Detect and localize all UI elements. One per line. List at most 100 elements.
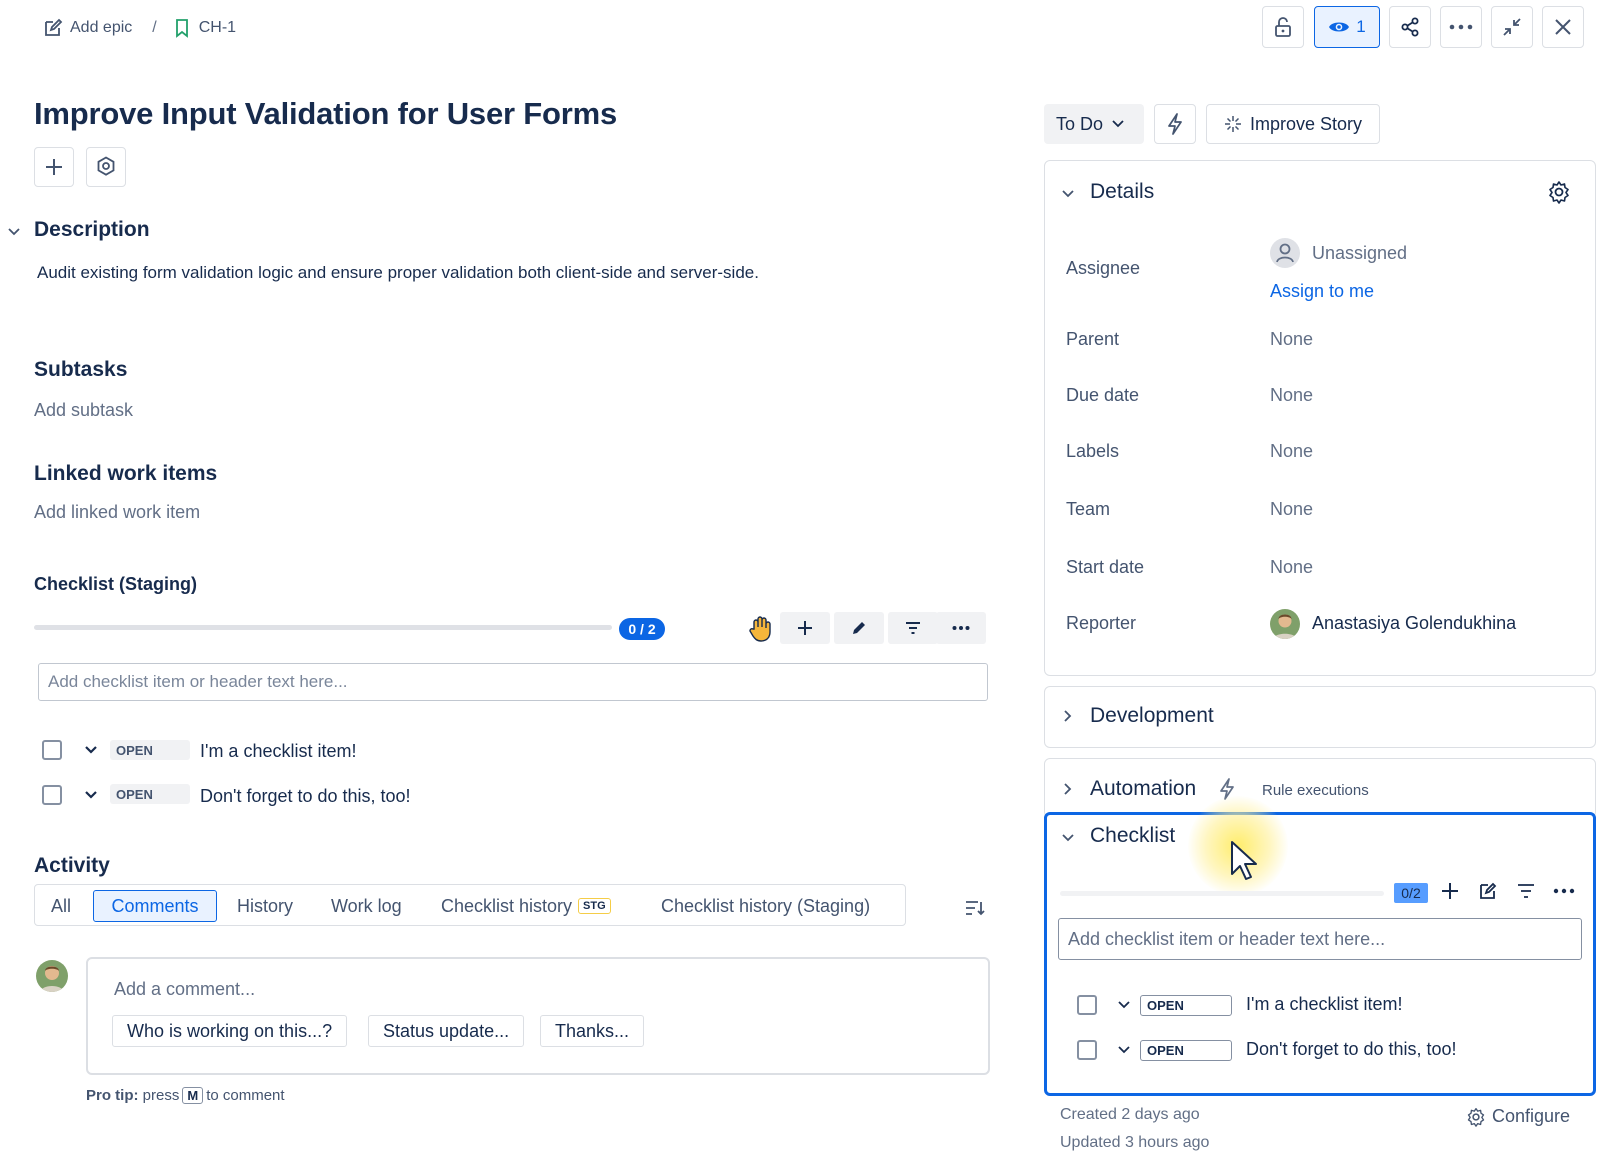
chevron-right-icon[interactable] [1060,708,1076,724]
share-button[interactable] [1389,6,1431,48]
add-subtask-link[interactable]: Add subtask [34,400,133,421]
checklist-more-button[interactable] [936,612,986,644]
gear-icon[interactable] [1547,180,1571,204]
lightning-icon [1166,113,1184,135]
tab-checklist-history[interactable]: Checklist history STG [431,890,621,922]
mouse-cursor-icon [1230,840,1258,882]
checklist-edit-button[interactable] [834,612,884,644]
minimize-button[interactable] [1491,6,1533,48]
hand-icon[interactable] [748,615,774,643]
checklist-progress-pill: 0 / 2 [619,618,665,640]
status-badge[interactable]: OPEN [110,784,190,804]
unlock-icon [1273,16,1293,38]
more-icon [1553,888,1575,894]
due-date-label: Due date [1066,385,1140,405]
comment-box[interactable]: Add a comment... Who is working on this.… [86,957,990,1075]
comment-placeholder[interactable]: Add a comment... [114,979,255,1000]
chevron-down-icon[interactable] [1117,1044,1131,1056]
issue-key-link[interactable]: CH-1 [199,19,236,37]
eye-icon [1328,19,1350,35]
add-linked-item-link[interactable]: Add linked work item [34,502,200,523]
status-badge[interactable]: OPEN [110,740,190,760]
story-bookmark-icon [171,17,193,39]
watch-count: 1 [1356,17,1366,36]
apps-icon [96,156,116,178]
labels-value[interactable]: None [1270,441,1313,462]
assignee-value[interactable]: Unassigned [1312,243,1407,264]
tab-checklist-history-staging[interactable]: Checklist history (Staging) [651,890,880,922]
checklist-filter-button[interactable] [888,612,938,644]
checklist-add-input[interactable]: Add checklist item or header text here..… [1058,918,1582,960]
checklist-item-checkbox[interactable] [1077,995,1097,1015]
checklist-collapse-icon[interactable] [1060,830,1076,846]
pro-tip-rest: to comment [206,1087,285,1104]
reporter-value[interactable]: Anastasiya Golendukhina [1312,613,1516,634]
team-value[interactable]: None [1270,499,1313,520]
chip-status-update[interactable]: Status update... [368,1015,525,1047]
subtasks-heading: Subtasks [34,358,128,381]
gear-icon [1466,1107,1486,1127]
checklist-item-text[interactable]: Don't forget to do this, too! [200,786,411,807]
checklist-filter-button[interactable] [1511,876,1541,906]
rule-executions-link[interactable]: Rule executions [1262,782,1369,799]
checklist-staging-heading: Checklist (Staging) [34,574,198,594]
automation-action-button[interactable] [1154,104,1196,144]
checklist-item-checkbox[interactable] [1077,1040,1097,1060]
checklist-item-text[interactable]: I'm a checklist item! [1246,994,1402,1015]
apps-button[interactable] [86,147,126,187]
checklist-progress-bar [34,625,612,630]
tab-comments[interactable]: Comments [93,890,217,922]
checklist-progress-bar [1060,891,1384,896]
chevron-down-icon[interactable] [1117,999,1131,1011]
due-date-value[interactable]: None [1270,385,1313,406]
checklist-item-checkbox[interactable] [42,785,62,805]
details-card [1044,160,1596,676]
close-button[interactable] [1542,6,1584,48]
details-heading[interactable]: Details [1090,180,1154,204]
share-icon [1399,16,1421,38]
checklist-heading[interactable]: Checklist [1090,824,1175,848]
checklist-add-button[interactable] [1435,876,1465,906]
checklist-add-input[interactable]: Add checklist item or header text here..… [38,663,988,701]
tab-history[interactable]: History [227,890,303,922]
more-actions-button[interactable] [1440,6,1482,48]
automation-heading[interactable]: Automation [1090,777,1196,801]
description-collapse-icon[interactable] [6,224,22,240]
parent-value[interactable]: None [1270,329,1313,350]
checklist-edit-button[interactable] [1473,876,1503,906]
improve-story-button[interactable]: Improve Story [1206,104,1380,144]
chevron-down-icon[interactable] [84,789,98,801]
chevron-right-icon[interactable] [1060,781,1076,797]
lock-button[interactable] [1262,6,1304,48]
status-label: To Do [1056,113,1104,134]
checklist-item-text[interactable]: Don't forget to do this, too! [1246,1039,1457,1060]
issue-title[interactable]: Improve Input Validation for User Forms [34,96,617,132]
checklist-add-button[interactable] [780,612,830,644]
checklist-item-text[interactable]: I'm a checklist item! [200,741,356,762]
chevron-down-icon[interactable] [84,744,98,756]
status-dropdown[interactable]: To Do [1044,104,1144,144]
start-date-value[interactable]: None [1270,557,1313,578]
description-text[interactable]: Audit existing form validation logic and… [37,263,759,283]
avatar [36,960,68,992]
more-icon [1449,24,1473,30]
status-badge[interactable]: OPEN [1140,1040,1232,1061]
sort-icon[interactable] [964,898,986,918]
tab-checklist-history-label: Checklist history [441,895,573,916]
chip-thanks[interactable]: Thanks... [540,1015,645,1047]
updated-text: Updated 3 hours ago [1060,1134,1210,1151]
tab-all[interactable]: All [41,890,81,922]
checklist-item-checkbox[interactable] [42,740,62,760]
development-heading[interactable]: Development [1090,704,1214,728]
add-button[interactable] [34,147,74,187]
watch-button[interactable]: 1 [1314,6,1380,48]
chip-who-working[interactable]: Who is working on this...? [112,1015,348,1047]
status-badge[interactable]: OPEN [1140,995,1232,1016]
add-epic-link[interactable]: Add epic [70,19,132,37]
details-collapse-icon[interactable] [1060,186,1076,202]
configure-button[interactable]: Configure [1466,1106,1570,1127]
assign-to-me-link[interactable]: Assign to me [1270,281,1374,302]
checklist-more-button[interactable] [1549,876,1579,906]
tab-work-log[interactable]: Work log [321,890,412,922]
filter-icon [1516,882,1536,900]
